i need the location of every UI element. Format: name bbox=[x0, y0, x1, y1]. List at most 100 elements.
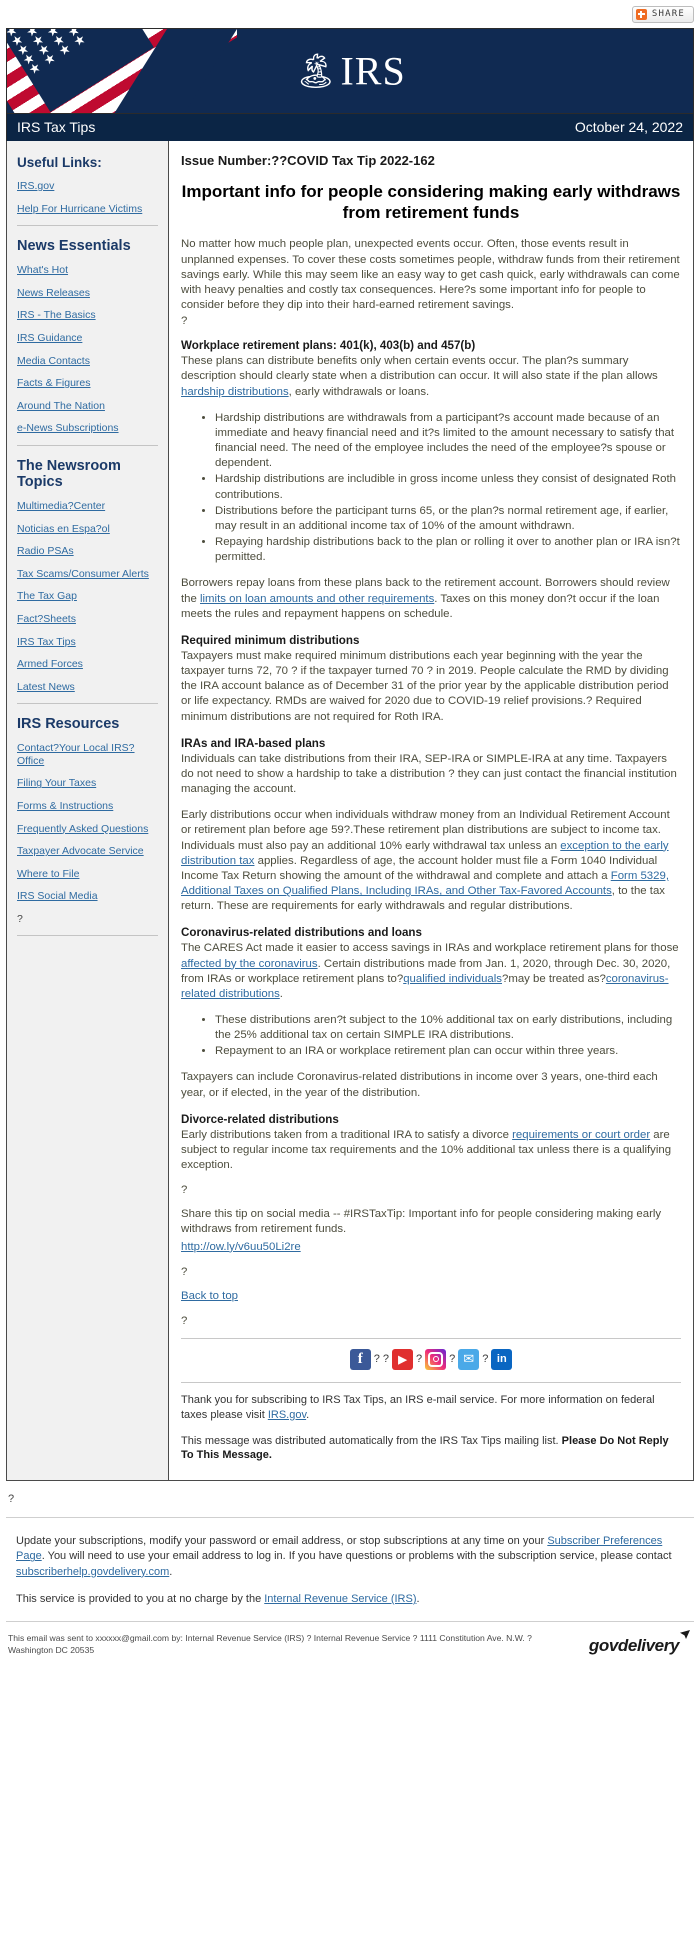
share-button[interactable]: SHARE bbox=[631, 5, 694, 23]
sidebar-link-radio-psas[interactable]: Radio PSAs bbox=[17, 545, 160, 558]
free-text-1: This service is provided to you at no ch… bbox=[16, 1592, 265, 1605]
placeholder-3: ? bbox=[181, 1314, 188, 1327]
corona-text-1: The CARES Act made it easier to access s… bbox=[181, 942, 679, 955]
main-content: Issue Number:??COVID Tax Tip 2022-162 Im… bbox=[169, 141, 693, 1480]
link-internal-revenue-service[interactable]: Internal Revenue Service (IRS) bbox=[264, 1593, 416, 1605]
sidebar-link-contact-local-office[interactable]: Contact?Your Local IRS?Office bbox=[17, 742, 160, 767]
sidebar-placeholder: ? bbox=[17, 913, 23, 926]
sidebar-link-media-contacts[interactable]: Media Contacts bbox=[17, 355, 160, 368]
instagram-icon[interactable] bbox=[425, 1348, 447, 1370]
sidebar-link-tax-scams[interactable]: Tax Scams/Consumer Alerts bbox=[17, 568, 160, 581]
social-separator: ? bbox=[382, 1353, 389, 1366]
sidebar-link-enews-subscriptions[interactable]: e-News Subscriptions bbox=[17, 422, 160, 435]
newsletter-titlebar: IRS Tax Tips October 24, 2022 bbox=[6, 114, 694, 141]
share-button-label: SHARE bbox=[651, 9, 685, 19]
link-loan-limits[interactable]: limits on loan amounts and other require… bbox=[200, 593, 434, 605]
govdelivery-logo: govdelivery bbox=[589, 1636, 690, 1656]
share-tip-text: Share this tip on social media -- #IRSTa… bbox=[181, 1208, 662, 1236]
publication-date: October 24, 2022 bbox=[574, 119, 683, 135]
sidebar-link-where-to-file[interactable]: Where to File bbox=[17, 868, 160, 881]
thanks-text-2: This message was distributed automatical… bbox=[181, 1434, 562, 1447]
sidebar-link-filing-your-taxes[interactable]: Filing Your Taxes bbox=[17, 777, 160, 790]
social-separator: ? bbox=[449, 1353, 456, 1366]
workplace-bullet-list: Hardship distributions are withdrawals f… bbox=[181, 411, 681, 566]
irs-eagle-seal-icon: 🏝 bbox=[294, 51, 339, 91]
sidebar-link-irs-the-basics[interactable]: IRS - The Basics bbox=[17, 309, 160, 322]
borrowers-paragraph: Borrowers repay loans from these plans b… bbox=[181, 576, 681, 621]
irs-masthead-banner: ★★★★★★★★★★★★★★★★★★★★★★★★ 🏝IRS bbox=[6, 28, 694, 114]
placeholder-1: ? bbox=[181, 1184, 188, 1197]
sidebar-heading-useful-links: Useful Links: bbox=[17, 155, 102, 170]
irs-logo: 🏝 IRS bbox=[7, 48, 693, 95]
social-separator: ? bbox=[482, 1353, 489, 1366]
early-distributions-paragraph: Early distributions occur when individua… bbox=[181, 808, 681, 914]
sidebar-divider bbox=[17, 444, 158, 446]
list-item: Repayment to an IRA or workplace retirem… bbox=[215, 1044, 681, 1059]
twitter-icon[interactable]: ✉ bbox=[458, 1348, 480, 1370]
thanks-text-1b: . bbox=[306, 1408, 310, 1421]
list-item: Hardship distributions are includible in… bbox=[215, 472, 681, 502]
workplace-text-2: , early withdrawals or loans. bbox=[288, 385, 430, 398]
publication-name: IRS Tax Tips bbox=[17, 119, 96, 135]
newsletter-body: Useful Links: IRS.gov Help For Hurricane… bbox=[6, 141, 694, 1482]
social-media-row: f ? ? ▶ ? ? ✉ ? in bbox=[181, 1348, 681, 1370]
link-subscriber-help[interactable]: subscriberhelp.govdelivery.com bbox=[16, 1566, 169, 1578]
linkedin-icon[interactable]: in bbox=[491, 1348, 513, 1370]
sidebar-link-armed-forces[interactable]: Armed Forces bbox=[17, 658, 160, 671]
back-to-top-link[interactable]: Back to top bbox=[181, 1290, 238, 1302]
share-plus-icon bbox=[635, 8, 647, 20]
sidebar-link-facts-figures[interactable]: Facts & Figures bbox=[17, 377, 160, 390]
sidebar-link-forms-instructions[interactable]: Forms & Instructions bbox=[17, 800, 160, 813]
iras-paragraph: Individuals can take distributions from … bbox=[181, 752, 677, 796]
coronavirus-bullet-list: These distributions aren?t subject to th… bbox=[181, 1013, 681, 1059]
sidebar-link-faq[interactable]: Frequently Asked Questions bbox=[17, 823, 160, 836]
sidebar-link-fact-sheets[interactable]: Fact?Sheets bbox=[17, 613, 160, 626]
sidebar-link-the-tax-gap[interactable]: The Tax Gap bbox=[17, 590, 160, 603]
youtube-icon[interactable]: ▶ bbox=[391, 1348, 413, 1370]
page-title: Important info for people considering ma… bbox=[181, 182, 681, 222]
list-item: Repaying hardship distributions back to … bbox=[215, 535, 681, 565]
sidebar-link-hurricane-victims[interactable]: Help For Hurricane Victims bbox=[17, 203, 160, 216]
sidebar-divider bbox=[17, 935, 158, 937]
sidebar-link-irs-tax-tips[interactable]: IRS Tax Tips bbox=[17, 636, 160, 649]
sidebar-link-latest-news[interactable]: Latest News bbox=[17, 681, 160, 694]
sidebar-link-whats-hot[interactable]: What's Hot bbox=[17, 264, 160, 277]
facebook-icon[interactable]: f bbox=[349, 1348, 371, 1370]
sidebar-link-irs-social-media[interactable]: IRS Social Media bbox=[17, 890, 160, 903]
update-subscriptions-paragraph: Update your subscriptions, modify your p… bbox=[16, 1534, 684, 1580]
thanks-text-1: Thank you for subscribing to IRS Tax Tip… bbox=[181, 1393, 655, 1421]
corona-text-4: . bbox=[279, 987, 283, 1000]
link-affected-by-coronavirus[interactable]: affected by the coronavirus bbox=[181, 958, 318, 970]
social-separator: ? bbox=[373, 1353, 380, 1366]
link-hardship-distributions[interactable]: hardship distributions bbox=[181, 386, 289, 398]
irs-logo-text: IRS bbox=[340, 48, 406, 94]
rmd-paragraph: Taxpayers must make required minimum dis… bbox=[181, 649, 669, 723]
sidebar-link-noticias-en-espanol[interactable]: Noticias en Espa?ol bbox=[17, 523, 160, 536]
workplace-paragraph: These plans can distribute benefits only… bbox=[181, 354, 681, 399]
corona-text-3: ?may be treated as? bbox=[502, 972, 606, 985]
section-heading-workplace-plans: Workplace retirement plans: 401(k), 403(… bbox=[181, 339, 476, 353]
link-qualified-individuals[interactable]: qualified individuals bbox=[403, 973, 502, 985]
free-text-2: . bbox=[416, 1592, 420, 1605]
sidebar-link-taxpayer-advocate[interactable]: Taxpayer Advocate Service bbox=[17, 845, 160, 858]
section-heading-divorce: Divorce-related distributions bbox=[181, 1112, 339, 1126]
sidebar-divider bbox=[17, 703, 158, 705]
intro-placeholder: ? bbox=[181, 315, 188, 328]
sidebar-link-irs-gov[interactable]: IRS.gov bbox=[17, 180, 160, 193]
sidebar-heading-irs-resources: IRS Resources bbox=[17, 716, 120, 733]
sidebar-heading-newsroom-topics: The Newsroom Topics bbox=[17, 457, 121, 490]
below-table-placeholder: ? bbox=[8, 1493, 15, 1506]
coronavirus-paragraph: The CARES Act made it easier to access s… bbox=[181, 941, 681, 1002]
sidebar-link-around-the-nation[interactable]: Around The Nation bbox=[17, 400, 160, 413]
sidebar-link-multimedia-center[interactable]: Multimedia?Center bbox=[17, 500, 160, 513]
update-text-2: . You will need to use your email addres… bbox=[41, 1550, 672, 1563]
sidebar-link-news-releases[interactable]: News Releases bbox=[17, 287, 160, 300]
sidebar-link-irs-guidance[interactable]: IRS Guidance bbox=[17, 332, 160, 345]
do-not-reply-paragraph: This message was distributed automatical… bbox=[181, 1434, 681, 1464]
list-item: Hardship distributions are withdrawals f… bbox=[215, 411, 681, 472]
share-tip-url[interactable]: http://ow.ly/v6uu50Li2re bbox=[181, 1241, 301, 1253]
link-irs-gov-footer[interactable]: IRS.gov bbox=[268, 1409, 306, 1421]
link-requirements-or-court-order[interactable]: requirements or court order bbox=[512, 1129, 650, 1141]
main-divider bbox=[181, 1381, 681, 1383]
sidebar: Useful Links: IRS.gov Help For Hurricane… bbox=[7, 141, 169, 1481]
